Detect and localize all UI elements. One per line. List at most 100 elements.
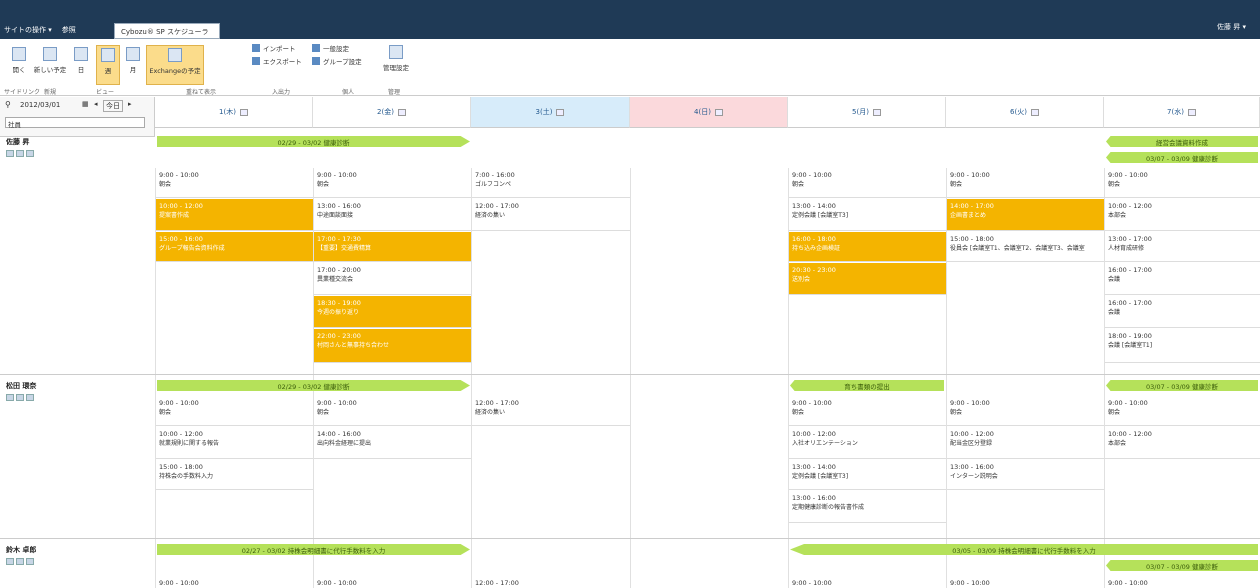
month-icon[interactable] bbox=[26, 150, 34, 157]
day-header[interactable]: 7(水) bbox=[1104, 97, 1260, 128]
prev-arrow-icon[interactable]: ◂ bbox=[94, 100, 98, 108]
event[interactable]: 13:00 - 16:00 定期健康診断の報告書作成 bbox=[789, 491, 946, 523]
event[interactable]: 10:00 - 12:00 入社オリエンテーション bbox=[789, 427, 946, 459]
calendar-icon[interactable] bbox=[397, 108, 406, 116]
user-menu[interactable]: 佐藤 昇 ▾ bbox=[1217, 22, 1246, 32]
person-name[interactable]: 佐藤 昇 bbox=[6, 137, 29, 147]
exchange-overlay-button[interactable]: Exchangeの予定 bbox=[146, 45, 204, 85]
calendar-icon[interactable]: ▦ bbox=[82, 100, 89, 108]
event[interactable]: 9:00 - 10:00 朝会 bbox=[1105, 168, 1260, 198]
next-arrow-icon[interactable]: ▸ bbox=[128, 100, 132, 108]
event[interactable]: 14:00 - 17:00 企画書まとめ bbox=[947, 199, 1104, 231]
person-name[interactable]: 鈴木 卓郎 bbox=[6, 545, 36, 555]
event[interactable]: 9:00 - 10:00 朝会 bbox=[789, 396, 946, 426]
kind-select[interactable]: 社員 bbox=[5, 117, 145, 129]
search-icon[interactable]: ⚲ bbox=[5, 100, 11, 109]
day-header[interactable]: 2(金) bbox=[313, 97, 471, 128]
all-day-banner[interactable]: 02/29 - 03/02 健康診断 bbox=[157, 136, 470, 147]
all-day-banner[interactable]: 03/07 - 03/09 健康診断 bbox=[1106, 560, 1258, 571]
browse-link[interactable]: 参照 bbox=[62, 25, 76, 35]
calendar-icon[interactable] bbox=[872, 108, 881, 116]
week-view-button[interactable]: 週 bbox=[96, 45, 120, 85]
event[interactable]: 10:00 - 12:00 本部会 bbox=[1105, 427, 1260, 459]
date-input[interactable]: 2012/03/01 bbox=[20, 101, 60, 109]
calendar-icon[interactable] bbox=[1187, 108, 1196, 116]
event[interactable]: 10:00 - 12:00 配当金区分登録 bbox=[947, 427, 1104, 459]
event[interactable]: 10:00 - 12:00 就業規則に関する報告 bbox=[156, 427, 313, 459]
group-settings-button[interactable]: グループ設定 bbox=[312, 56, 362, 66]
event[interactable]: 9:00 - 10:00 bbox=[947, 576, 1104, 588]
event[interactable]: 9:00 - 10:00 bbox=[789, 576, 946, 588]
event[interactable]: 16:00 - 17:00 会議 bbox=[1105, 263, 1260, 295]
day-header[interactable]: 6(火) bbox=[946, 97, 1104, 128]
calendar-icon[interactable] bbox=[714, 108, 723, 116]
day-header[interactable]: 4(日) bbox=[630, 97, 788, 128]
event[interactable]: 13:00 - 14:00 定例会議 [会議室T3] bbox=[789, 199, 946, 231]
event[interactable]: 15:00 - 16:00 グループ報告会資料作成 bbox=[156, 232, 313, 262]
event[interactable]: 9:00 - 10:00 朝会 bbox=[947, 396, 1104, 426]
calendar-icon[interactable] bbox=[556, 108, 565, 116]
event[interactable]: 10:00 - 12:00 提案書作成 bbox=[156, 199, 313, 231]
calendar-icon[interactable] bbox=[239, 108, 248, 116]
general-settings-button[interactable]: 一般設定 bbox=[312, 43, 349, 53]
day-header[interactable]: 3(土) bbox=[471, 97, 630, 128]
event[interactable]: 9:00 - 10:00 bbox=[156, 576, 313, 588]
event[interactable]: 12:00 - 17:00 経済の集い bbox=[472, 199, 630, 231]
event[interactable]: 16:00 - 18:00 持ち込み企画検証 bbox=[789, 232, 946, 262]
all-day-banner[interactable]: 育ち書類の提出 bbox=[790, 380, 944, 391]
event[interactable]: 14:00 - 16:00 出向料金経理に提出 bbox=[314, 427, 471, 459]
open-button[interactable]: 開く bbox=[8, 47, 30, 74]
export-button[interactable]: エクスポート bbox=[252, 56, 302, 66]
event[interactable]: 9:00 - 10:00 朝会 bbox=[314, 168, 471, 198]
all-day-banner[interactable]: 02/29 - 03/02 健康診断 bbox=[157, 380, 470, 391]
event[interactable]: 9:00 - 10:00 朝会 bbox=[314, 396, 471, 426]
day-header[interactable]: 5(月) bbox=[788, 97, 946, 128]
event[interactable]: 9:00 - 10:00 朝会 bbox=[156, 168, 313, 198]
month-icon[interactable] bbox=[26, 394, 34, 401]
day-icon[interactable] bbox=[6, 150, 14, 157]
event[interactable]: 10:00 - 12:00 本部会 bbox=[1105, 199, 1260, 231]
import-button[interactable]: インポート bbox=[252, 43, 296, 53]
all-day-banner[interactable]: 03/07 - 03/09 健康診断 bbox=[1106, 152, 1258, 163]
month-icon[interactable] bbox=[26, 558, 34, 565]
day-header[interactable]: 1(木) bbox=[155, 97, 313, 128]
event[interactable]: 22:00 - 23:00 村岡さんと無事持ち合わせ bbox=[314, 329, 471, 363]
event[interactable]: 16:00 - 17:00 会議 bbox=[1105, 296, 1260, 328]
event[interactable]: 13:00 - 17:00 人材育成研修 bbox=[1105, 232, 1260, 262]
calendar-icon[interactable] bbox=[1030, 108, 1039, 116]
event[interactable]: 15:00 - 18:00 役員会 [会議室T1、会議室T2、会議室T3、会議室 bbox=[947, 232, 1104, 262]
site-actions-menu[interactable]: サイトの操作 ▾ bbox=[4, 25, 52, 35]
event[interactable]: 9:00 - 10:00 bbox=[1105, 576, 1260, 588]
today-button[interactable]: 今日 bbox=[103, 100, 123, 112]
event[interactable]: 7:00 - 16:00 ゴルフコンペ bbox=[472, 168, 630, 198]
person-name[interactable]: 松田 環奈 bbox=[6, 381, 36, 391]
event[interactable]: 9:00 - 10:00 朝会 bbox=[156, 396, 313, 426]
event[interactable]: 15:00 - 18:00 持株会の手数料入力 bbox=[156, 460, 313, 490]
all-day-banner[interactable]: 経営会議資料作成 bbox=[1106, 136, 1258, 147]
week-icon[interactable] bbox=[16, 394, 24, 401]
day-icon[interactable] bbox=[6, 394, 14, 401]
event[interactable]: 18:00 - 19:00 会議 [会議室T1] bbox=[1105, 329, 1260, 363]
admin-settings-button[interactable]: 管理設定 bbox=[378, 45, 414, 72]
event[interactable]: 13:00 - 14:00 定例会議 [会議室T3] bbox=[789, 460, 946, 490]
day-view-button[interactable]: 日 bbox=[70, 47, 92, 74]
new-event-button[interactable]: 新しい予定 bbox=[32, 47, 68, 74]
event[interactable]: 9:00 - 10:00 朝会 bbox=[789, 168, 946, 198]
event[interactable]: 17:00 - 17:30 【重要】交通費精算 bbox=[314, 232, 471, 262]
all-day-banner[interactable]: 03/05 - 03/09 持株会明細書に代行手数料を入力 bbox=[790, 544, 1258, 555]
event[interactable]: 20:30 - 23:00 送別会 bbox=[789, 263, 946, 295]
scheduler-tab[interactable]: Cybozu® SP スケジューラー bbox=[114, 23, 220, 46]
all-day-banner[interactable]: 03/07 - 03/09 健康診断 bbox=[1106, 380, 1258, 391]
event[interactable]: 17:00 - 20:00 異業種交流会 bbox=[314, 263, 471, 295]
week-icon[interactable] bbox=[16, 150, 24, 157]
event[interactable]: 9:00 - 10:00 朝会 bbox=[1105, 396, 1260, 426]
event[interactable]: 12:00 - 17:00 bbox=[472, 576, 630, 588]
event[interactable]: 9:00 - 10:00 bbox=[314, 576, 471, 588]
event[interactable]: 9:00 - 10:00 朝会 bbox=[947, 168, 1104, 198]
event[interactable]: 13:00 - 16:00 インターン説明会 bbox=[947, 460, 1104, 490]
month-view-button[interactable]: 月 bbox=[122, 47, 144, 74]
event[interactable]: 13:00 - 16:00 中途面談面接 bbox=[314, 199, 471, 231]
all-day-banner[interactable]: 02/27 - 03/02 持株会明細書に代行手数料を入力 bbox=[157, 544, 470, 555]
event[interactable]: 12:00 - 17:00 経済の集い bbox=[472, 396, 630, 426]
day-icon[interactable] bbox=[6, 558, 14, 565]
